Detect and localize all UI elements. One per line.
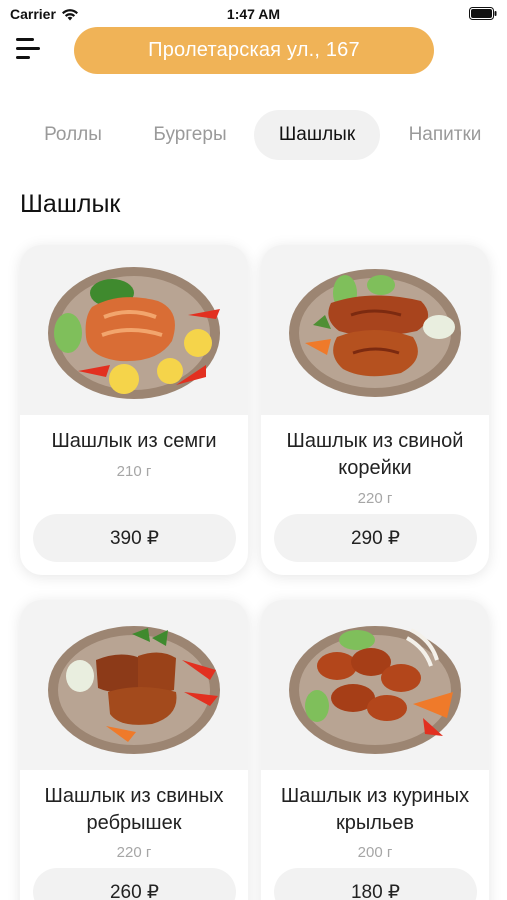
clock: 1:47 AM xyxy=(226,6,281,22)
product-card[interactable]: Шашлык из семги 210 г 390 ₽ xyxy=(20,245,248,575)
product-card[interactable]: Шашлык из куриных крыльев 200 г 180 ₽ xyxy=(261,600,489,900)
product-photo xyxy=(20,245,248,415)
menu-icon-line xyxy=(16,56,30,59)
chicken-wings-photo xyxy=(261,600,489,770)
product-weight: 220 г xyxy=(357,490,393,507)
product-name: Шашлык из свиных ребрышек xyxy=(44,785,224,834)
menu-icon-line xyxy=(16,47,40,50)
product-name: Шашлык из свиной корейки xyxy=(286,430,464,479)
menu-icon xyxy=(16,38,34,41)
address-label: Пролетарская ул., 167 xyxy=(148,39,360,61)
product-name: Шашлык из семги xyxy=(51,430,217,452)
status-bar: Carrier 1:47 AM xyxy=(0,0,507,28)
section-title: Шашлык xyxy=(20,190,121,218)
product-weight: 210 г xyxy=(116,463,152,480)
price-button[interactable]: 260 ₽ xyxy=(33,868,236,900)
product-photo xyxy=(261,600,489,770)
price-button[interactable]: 390 ₽ xyxy=(33,514,236,562)
pork-loin-photo xyxy=(261,245,489,415)
tab-shashlik[interactable]: Шашлык xyxy=(254,110,380,160)
product-weight: 220 г xyxy=(116,844,152,861)
price-button[interactable]: 180 ₽ xyxy=(274,868,477,900)
menu-button[interactable] xyxy=(16,36,44,62)
battery-icon xyxy=(469,7,497,20)
tab-drinks[interactable]: Напитки xyxy=(396,110,494,160)
price-button[interactable]: 290 ₽ xyxy=(274,514,477,562)
category-tabs: Роллы Бургеры Шашлык Напитки xyxy=(0,110,507,160)
product-photo xyxy=(261,245,489,415)
address-button[interactable]: Пролетарская ул., 167 xyxy=(74,27,434,74)
product-weight: 200 г xyxy=(357,844,393,861)
tab-burgers[interactable]: Бургеры xyxy=(138,110,242,160)
tab-rolls[interactable]: Роллы xyxy=(26,110,120,160)
pork-ribs-photo xyxy=(20,600,248,770)
product-card[interactable]: Шашлык из свиной корейки 220 г 290 ₽ xyxy=(261,245,489,575)
product-photo xyxy=(20,600,248,770)
product-name: Шашлык из куриных крыльев xyxy=(280,785,470,834)
salmon-steak-photo xyxy=(20,245,248,415)
product-card[interactable]: Шашлык из свиных ребрышек 220 г 260 ₽ xyxy=(20,600,248,900)
